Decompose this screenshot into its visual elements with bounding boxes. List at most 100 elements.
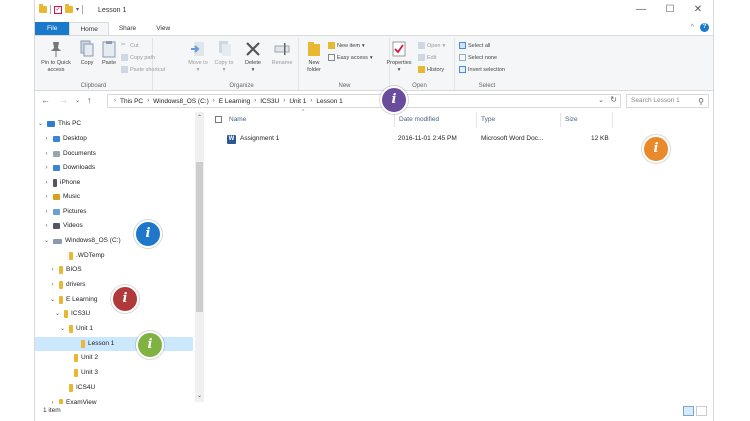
tree-item-pictures[interactable]: › Pictures — [43, 205, 86, 219]
tree-item-drivers[interactable]: › drivers — [49, 278, 86, 292]
refresh-icon[interactable]: ↻ — [610, 95, 617, 104]
collapse-ribbon-icon[interactable]: ^ — [691, 24, 694, 31]
copy-to-button[interactable]: Copy to ▾ — [213, 40, 235, 73]
tab-view[interactable]: View — [146, 22, 180, 35]
tab-share[interactable]: Share — [109, 22, 146, 35]
clipboard-group: Pin to Quick access Copy Paste ✂ Cut Copy… — [35, 38, 165, 90]
word-document-icon: W — [227, 135, 236, 144]
help-icon[interactable]: ? — [700, 23, 709, 32]
paste-shortcut-icon — [121, 66, 128, 73]
properties-button[interactable]: Properties ▾ — [385, 40, 413, 73]
qat-dropdown-icon[interactable]: ▾ — [76, 6, 79, 13]
folder-icon — [59, 281, 63, 289]
pin-to-quick-access-button[interactable]: Pin to Quick access — [38, 40, 74, 73]
edit-icon — [418, 54, 425, 61]
properties-qat-icon[interactable]: ✓ — [54, 5, 62, 14]
new-folder-button[interactable]: New folder — [302, 40, 326, 73]
ribbon-tabs: File Home Share View ^ ? — [35, 22, 713, 35]
quick-access-toolbar: ✓ ▾ — [39, 4, 84, 14]
new-folder-qat-icon[interactable] — [65, 4, 73, 13]
open-button[interactable]: Open ▾ — [418, 42, 445, 49]
info-marker-purple-icon[interactable]: i — [380, 86, 408, 114]
new-group: New folder New item ▾ Easy access ▾ New — [300, 38, 390, 90]
up-arrow-icon[interactable]: ↑ — [87, 95, 92, 105]
info-marker-blue-icon[interactable]: i — [134, 220, 162, 248]
documents-icon — [53, 151, 60, 157]
tree-item-downloads[interactable]: › Downloads — [43, 161, 95, 175]
close-button[interactable]: ✕ — [690, 4, 706, 15]
tree-item-music[interactable]: › Music — [43, 190, 80, 204]
maximize-button[interactable]: ☐ — [662, 4, 678, 15]
breadcrumb-ics3u[interactable]: ICS3U — [260, 98, 279, 105]
tree-item-wdtemp[interactable]: .WDTemp — [59, 249, 105, 263]
paste-button[interactable]: Paste — [99, 40, 119, 67]
new-item-button[interactable]: New item ▾ — [328, 42, 365, 49]
tab-file[interactable]: File — [35, 22, 70, 35]
info-marker-orange-icon[interactable]: i — [642, 135, 670, 163]
copy-to-icon — [216, 40, 232, 58]
tree-item-unit-2[interactable]: Unit 2 — [64, 351, 98, 365]
tree-item-ics3u[interactable]: ⌄ ICS3U — [54, 307, 90, 321]
easy-access-button[interactable]: Easy access ▾ — [328, 54, 373, 61]
tree-item-this-pc[interactable]: ⌄ This PC — [37, 117, 81, 131]
downloads-icon — [53, 165, 60, 171]
tree-item-desktop[interactable]: › Desktop — [43, 132, 87, 146]
column-header-date[interactable]: Date modified — [395, 113, 477, 127]
copy-button[interactable]: Copy — [77, 40, 97, 67]
search-input[interactable]: Search Lesson 1 ⚲ — [626, 94, 709, 108]
minimize-button[interactable]: — — [633, 4, 649, 15]
column-header-type[interactable]: Type — [477, 113, 561, 127]
tree-item-e-learning[interactable]: ⌄ E Learning — [49, 293, 97, 307]
tab-home[interactable]: Home — [69, 22, 109, 35]
breadcrumb-lesson-1[interactable]: Lesson 1 — [316, 98, 342, 105]
tree-item-unit-1[interactable]: ⌄ Unit 1 — [59, 322, 93, 336]
tree-item-documents[interactable]: › Documents — [43, 147, 96, 161]
navigation-pane: ⌄ This PC › Desktop › Documents › Downloads … — [35, 112, 205, 404]
nav-pane-scrollbar[interactable]: ⌃ ⌄ — [195, 112, 204, 402]
invert-selection-button[interactable]: Invert selection — [459, 66, 505, 73]
status-bar: 1 item — [35, 404, 713, 421]
tree-item-lesson-1[interactable]: Lesson 1 — [35, 337, 193, 351]
history-icon — [418, 66, 425, 73]
edit-button[interactable]: Edit — [418, 54, 436, 61]
cut-button[interactable]: ✂ Cut — [121, 42, 139, 49]
recent-locations-icon[interactable]: ⌄ — [75, 97, 80, 104]
move-to-button[interactable]: Move to ▾ — [187, 40, 209, 73]
address-bar[interactable]: › This PC › Windows8_OS (C:) › E Learnin… — [107, 94, 621, 108]
breadcrumb-unit-1[interactable]: Unit 1 — [289, 98, 306, 105]
breadcrumb-drive[interactable]: Windows8_OS (C:) — [153, 98, 209, 105]
scroll-up-icon[interactable]: ⌃ — [195, 114, 204, 121]
select-all-checkbox[interactable] — [215, 116, 222, 123]
column-header-name[interactable]: Name — [225, 113, 395, 127]
tree-item-bios[interactable]: › BIOS — [49, 263, 82, 277]
search-icon: ⚲ — [698, 97, 704, 106]
rename-button[interactable]: Rename — [269, 40, 295, 67]
item-count: 1 item — [43, 407, 61, 414]
tree-item-iphone[interactable]: › iPhone — [43, 176, 80, 190]
column-header-size[interactable]: Size — [561, 113, 613, 127]
paste-shortcut-button[interactable]: Paste shortcut — [121, 66, 165, 73]
delete-x-icon — [245, 40, 261, 58]
tree-item-examview[interactable]: › ExamView — [49, 396, 97, 404]
copy-path-button[interactable]: Copy path — [121, 54, 155, 61]
scroll-down-icon[interactable]: ⌄ — [195, 392, 204, 399]
delete-button[interactable]: Delete ▾ — [241, 40, 265, 73]
tree-item-drive-c[interactable]: ⌄ Windows8_OS (C:) — [43, 234, 121, 248]
address-dropdown-icon[interactable]: ⌄ — [598, 96, 604, 104]
large-icons-view-icon[interactable] — [696, 406, 707, 416]
details-view-icon[interactable] — [683, 406, 694, 416]
desktop-icon — [53, 136, 60, 142]
breadcrumb-this-pc[interactable]: This PC — [120, 98, 143, 105]
history-button[interactable]: History — [418, 66, 444, 73]
select-all-button[interactable]: Select all — [459, 42, 490, 49]
breadcrumb-e-learning[interactable]: E Learning — [219, 98, 250, 105]
back-arrow-icon[interactable]: ← — [41, 95, 50, 105]
tree-item-videos[interactable]: › Videos — [43, 219, 83, 233]
tree-item-unit-3[interactable]: Unit 3 — [64, 366, 98, 380]
scrollbar-thumb[interactable] — [196, 162, 203, 312]
info-marker-red-icon[interactable]: i — [111, 285, 139, 313]
select-none-button[interactable]: Select none — [459, 54, 497, 61]
info-marker-green-icon[interactable]: i — [136, 331, 164, 359]
tree-item-ics4u[interactable]: ICS4U — [59, 381, 95, 395]
forward-arrow-icon[interactable]: → — [59, 95, 68, 105]
